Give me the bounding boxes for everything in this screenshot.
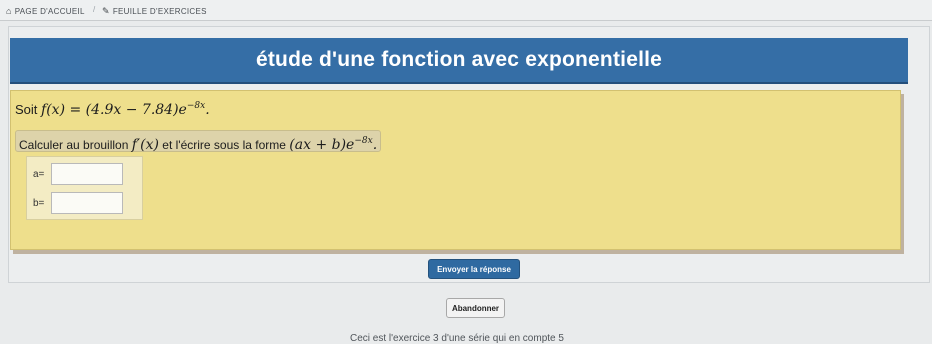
home-icon: ⌂ [6, 6, 12, 16]
answer-b-input[interactable] [51, 192, 123, 214]
edit-icon: ✎ [102, 6, 110, 16]
submit-answer-button[interactable]: Envoyer la réponse [428, 259, 520, 279]
answer-box: a= b= [26, 156, 143, 220]
function-exponent: −8x [186, 101, 206, 111]
task-prefix: Calculer au brouillon [19, 138, 129, 152]
series-progress-note: Ceci est l'exercice 3 d'une série qui en… [350, 333, 564, 344]
task-middle: et l'écrire sous la forme [162, 138, 286, 152]
exercise-title: étude d'une fonction avec exponentielle [255, 48, 663, 71]
breadcrumb: ⌂ PAGE D'ACCUEIL / ✎ FEUILLE D'EXERCICES [0, 0, 932, 21]
task-derivative: f′(x) [131, 137, 159, 153]
task-form: (ax + b)e−8x. [289, 136, 378, 153]
abandon-button[interactable]: Abandonner [446, 298, 505, 318]
breadcrumb-separator: / [93, 5, 96, 14]
task-form-exponent: −8x [354, 136, 373, 146]
task-form-base: (ax + b)e [289, 137, 355, 153]
breadcrumb-home-label: PAGE D'ACCUEIL [14, 7, 85, 16]
answer-row-b: b= [33, 192, 123, 214]
task-instruction: Calculer au brouillon f′(x) et l'écrire … [15, 130, 382, 153]
answer-a-input[interactable] [51, 163, 123, 185]
exercise-title-bar: étude d'une fonction avec exponentielle [10, 38, 908, 84]
breadcrumb-sheet-label: FEUILLE D'EXERCICES [112, 7, 207, 16]
breadcrumb-home-link[interactable]: ⌂ PAGE D'ACCUEIL [6, 6, 85, 16]
function-definition: f(x) = (4.9x − 7.84)e−8x. [41, 101, 210, 118]
answer-a-label: a= [33, 168, 45, 180]
answer-row-a: a= [33, 163, 123, 185]
breadcrumb-sheet-link[interactable]: ✎ FEUILLE D'EXERCICES [102, 6, 207, 17]
question-card: Soit f(x) = (4.9x − 7.84)e−8x. Calculer … [10, 90, 901, 250]
statement: Soit f(x) = (4.9x − 7.84)e−8x. [15, 101, 210, 118]
function-def: f(x) = (4.9x − 7.84)e [41, 102, 187, 118]
statement-prefix: Soit [15, 102, 38, 117]
answer-b-label: b= [33, 197, 45, 209]
